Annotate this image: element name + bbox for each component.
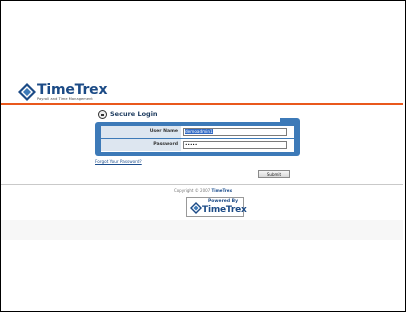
username-row: User Name demoadmin1: [101, 126, 294, 138]
powered-by-badge[interactable]: Powered By TimeTrex: [186, 197, 247, 217]
username-input[interactable]: demoadmin1: [183, 128, 287, 136]
page-background: [2, 2, 404, 310]
login-header: Secure Login: [98, 107, 158, 121]
header-divider: [1, 103, 403, 105]
timetrex-diamond-icon: [190, 202, 202, 214]
lock-icon: [98, 109, 107, 119]
footer-divider: [1, 184, 403, 185]
copyright: Copyright © 2007 TimeTrex: [0, 188, 406, 193]
login-title: Secure Login: [110, 110, 158, 118]
copyright-link[interactable]: TimeTrex: [212, 188, 233, 193]
logo-tagline: Payroll and Time Management: [37, 97, 93, 101]
powered-by-label: Powered By: [207, 199, 239, 204]
password-label: Password: [101, 139, 181, 151]
copyright-text: Copyright © 2007: [173, 188, 211, 193]
logo-title: TimeTrex: [37, 82, 108, 98]
username-label: User Name: [101, 126, 181, 138]
timetrex-diamond-icon: [18, 83, 36, 101]
password-cell: •••••: [181, 139, 294, 151]
forgot-password-link[interactable]: Forgot Your Password?: [95, 159, 142, 164]
powered-by-brand: TimeTrex: [202, 205, 247, 215]
submit-button[interactable]: Submit: [258, 170, 290, 178]
footer-band: [1, 220, 403, 240]
timetrex-logo[interactable]: TimeTrex Payroll and Time Management: [18, 82, 138, 104]
password-input[interactable]: •••••: [183, 141, 287, 149]
username-cell: demoadmin1: [181, 126, 294, 138]
username-value: demoadmin1: [185, 129, 213, 134]
login-form: User Name demoadmin1 Password •••••: [101, 126, 294, 152]
browser-page: [0, 0, 406, 312]
password-row: Password •••••: [101, 139, 294, 151]
